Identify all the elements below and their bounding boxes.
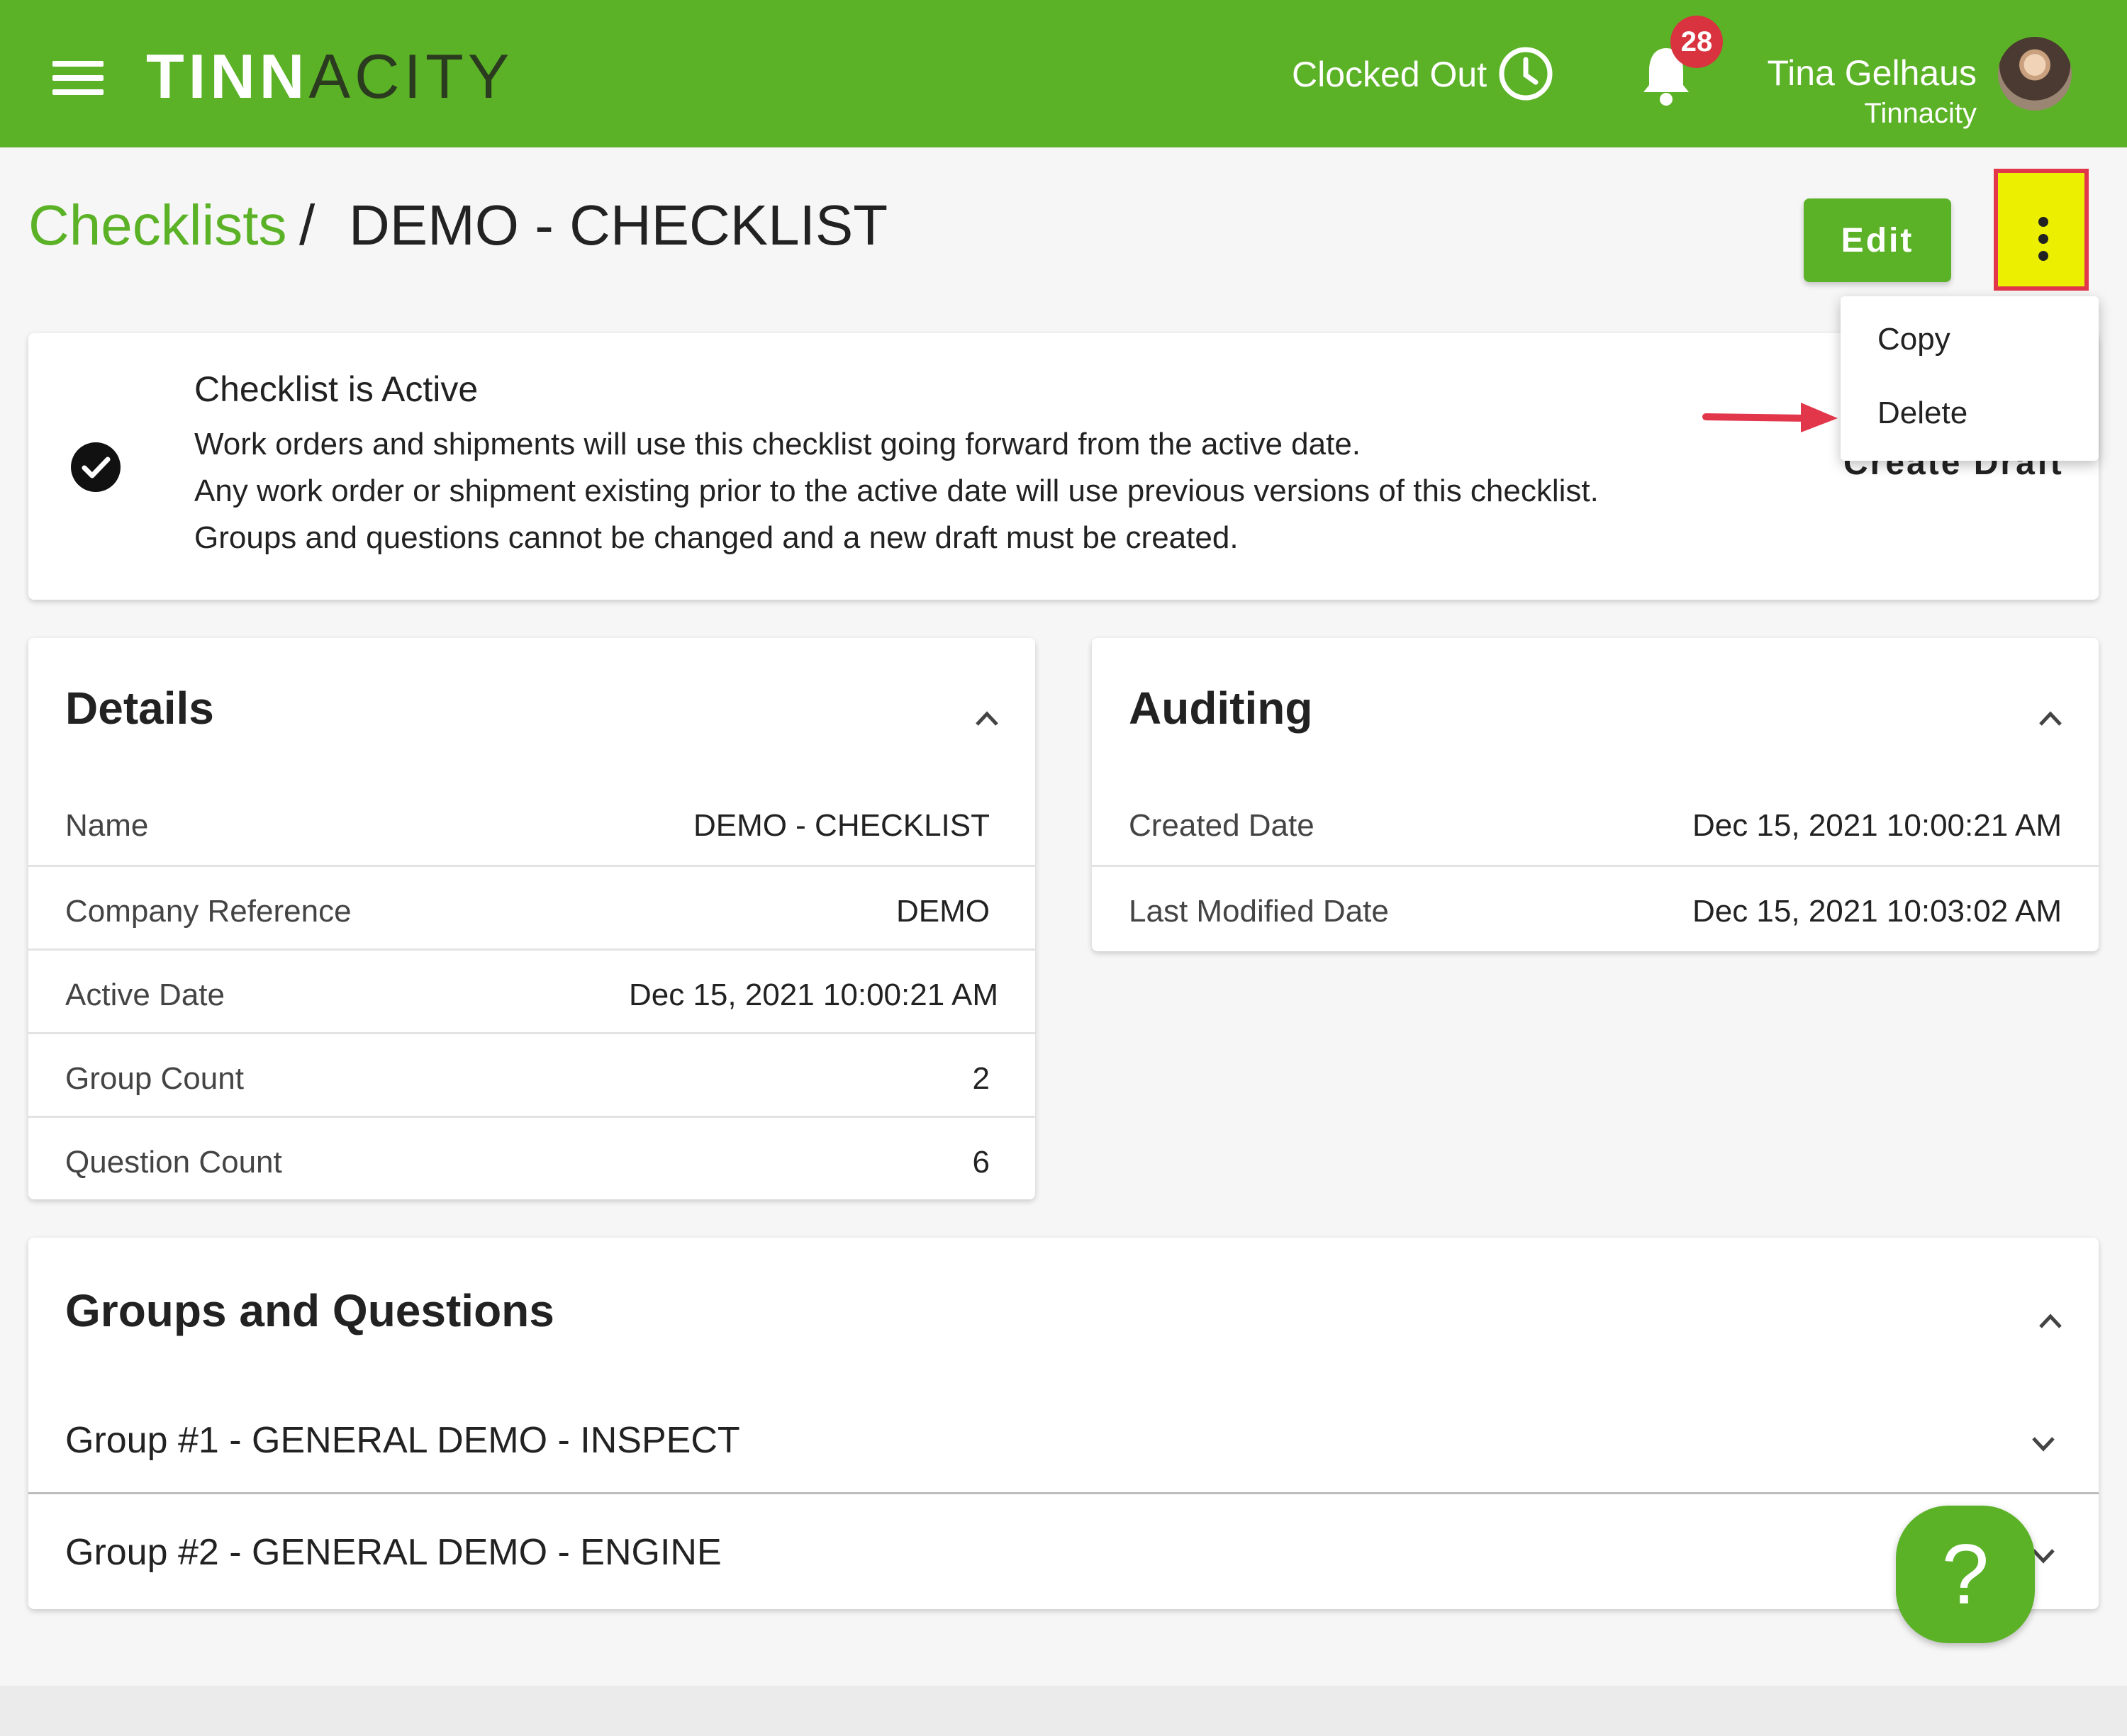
status-description-line: Work orders and shipments will use this …: [194, 427, 1361, 461]
annotation-arrow-icon: [1702, 403, 1838, 432]
detail-label: Group Count: [65, 1061, 244, 1096]
more-vert-icon-dot: [2038, 251, 2048, 261]
check-circle-icon: [71, 442, 121, 492]
detail-value: 6: [972, 1145, 990, 1180]
groups-panel: Groups and Questions Group #1 - GENERAL …: [28, 1238, 2099, 1609]
status-title: Checklist is Active: [194, 369, 479, 409]
detail-value: Dec 15, 2021 10:00:21 AM: [628, 978, 998, 1012]
page-footer: [0, 1686, 2127, 1736]
menu-item-delete[interactable]: Delete: [1877, 396, 1967, 431]
group-row[interactable]: Group #1 - GENERAL DEMO - INSPECT: [28, 1382, 2099, 1494]
notification-count-badge: 28: [1670, 16, 1723, 68]
detail-row: Group Count 2: [28, 1032, 1035, 1116]
breadcrumb-separator: /: [299, 194, 316, 257]
clock-icon[interactable]: [1497, 45, 1554, 102]
detail-value: DEMO: [896, 894, 990, 929]
detail-row: Active Date Dec 15, 2021 10:00:21 AM: [28, 948, 1035, 1032]
breadcrumb-checklists-link[interactable]: Checklists: [28, 193, 287, 258]
user-avatar[interactable]: [1998, 37, 2072, 111]
group-row[interactable]: Group #2 - GENERAL DEMO - ENGINE: [28, 1494, 2099, 1606]
auditing-row: Created Date Dec 15, 2021 10:00:21 AM: [1092, 781, 2099, 865]
auditing-value: Dec 15, 2021 10:03:02 AM: [1692, 894, 2062, 929]
detail-label: Company Reference: [65, 894, 352, 929]
detail-row: Name DEMO - CHECKLIST: [28, 781, 1035, 865]
more-options-menu: Copy Delete: [1841, 296, 2099, 461]
detail-row: Company Reference DEMO: [28, 865, 1035, 948]
groups-title: Groups and Questions: [65, 1285, 554, 1336]
auditing-label: Created Date: [1129, 808, 1314, 843]
expand-chevron-down-icon[interactable]: [2028, 1428, 2059, 1459]
app-logo[interactable]: TINN ACITY: [146, 41, 513, 112]
collapse-chevron-up-icon[interactable]: [2035, 1306, 2066, 1337]
logo-bold-text: TINN: [146, 41, 309, 111]
auditing-title: Auditing: [1129, 683, 1313, 734]
logo-light-text: ACITY: [308, 41, 514, 111]
status-description-line: Any work order or shipment existing prio…: [194, 474, 1599, 508]
more-vert-icon-dot: [2038, 234, 2048, 244]
group-label: Group #2 - GENERAL DEMO - ENGINE: [65, 1532, 722, 1573]
more-vert-icon: [2038, 217, 2048, 227]
auditing-row: Last Modified Date Dec 15, 2021 10:03:02…: [1092, 865, 2099, 948]
page-title: DEMO - CHECKLIST: [349, 194, 888, 257]
details-title: Details: [65, 683, 214, 734]
clock-status-label[interactable]: Clocked Out: [1292, 54, 1487, 95]
auditing-panel: Auditing Created Date Dec 15, 2021 10:00…: [1092, 638, 2099, 951]
detail-label: Active Date: [65, 978, 225, 1012]
status-description-line: Groups and questions cannot be changed a…: [194, 520, 1239, 555]
collapse-chevron-up-icon[interactable]: [971, 703, 1003, 734]
menu-icon[interactable]: [52, 61, 104, 95]
detail-value: 2: [972, 1061, 990, 1096]
help-button[interactable]: ?: [1896, 1506, 2035, 1643]
group-label: Group #1 - GENERAL DEMO - INSPECT: [65, 1420, 740, 1461]
auditing-label: Last Modified Date: [1129, 894, 1389, 929]
user-name[interactable]: Tina Gelhaus: [1767, 52, 1977, 94]
more-options-button[interactable]: [1994, 169, 2089, 291]
detail-label: Question Count: [65, 1145, 282, 1180]
checklist-status-card: Checklist is Active Work orders and ship…: [28, 333, 2099, 600]
menu-item-copy[interactable]: Copy: [1877, 322, 1950, 357]
auditing-value: Dec 15, 2021 10:00:21 AM: [1692, 808, 2062, 843]
collapse-chevron-up-icon[interactable]: [2035, 703, 2066, 734]
detail-value: DEMO - CHECKLIST: [693, 808, 990, 843]
top-app-bar: TINN ACITY Clocked Out 28 Tina Gelhaus Ti…: [0, 0, 2127, 147]
user-organization: Tinnacity: [1864, 98, 1977, 129]
detail-label: Name: [65, 808, 149, 843]
edit-button[interactable]: Edit: [1804, 198, 1951, 282]
details-panel: Details Name DEMO - CHECKLIST Company Re…: [28, 638, 1035, 1199]
detail-row: Question Count 6: [28, 1116, 1035, 1199]
